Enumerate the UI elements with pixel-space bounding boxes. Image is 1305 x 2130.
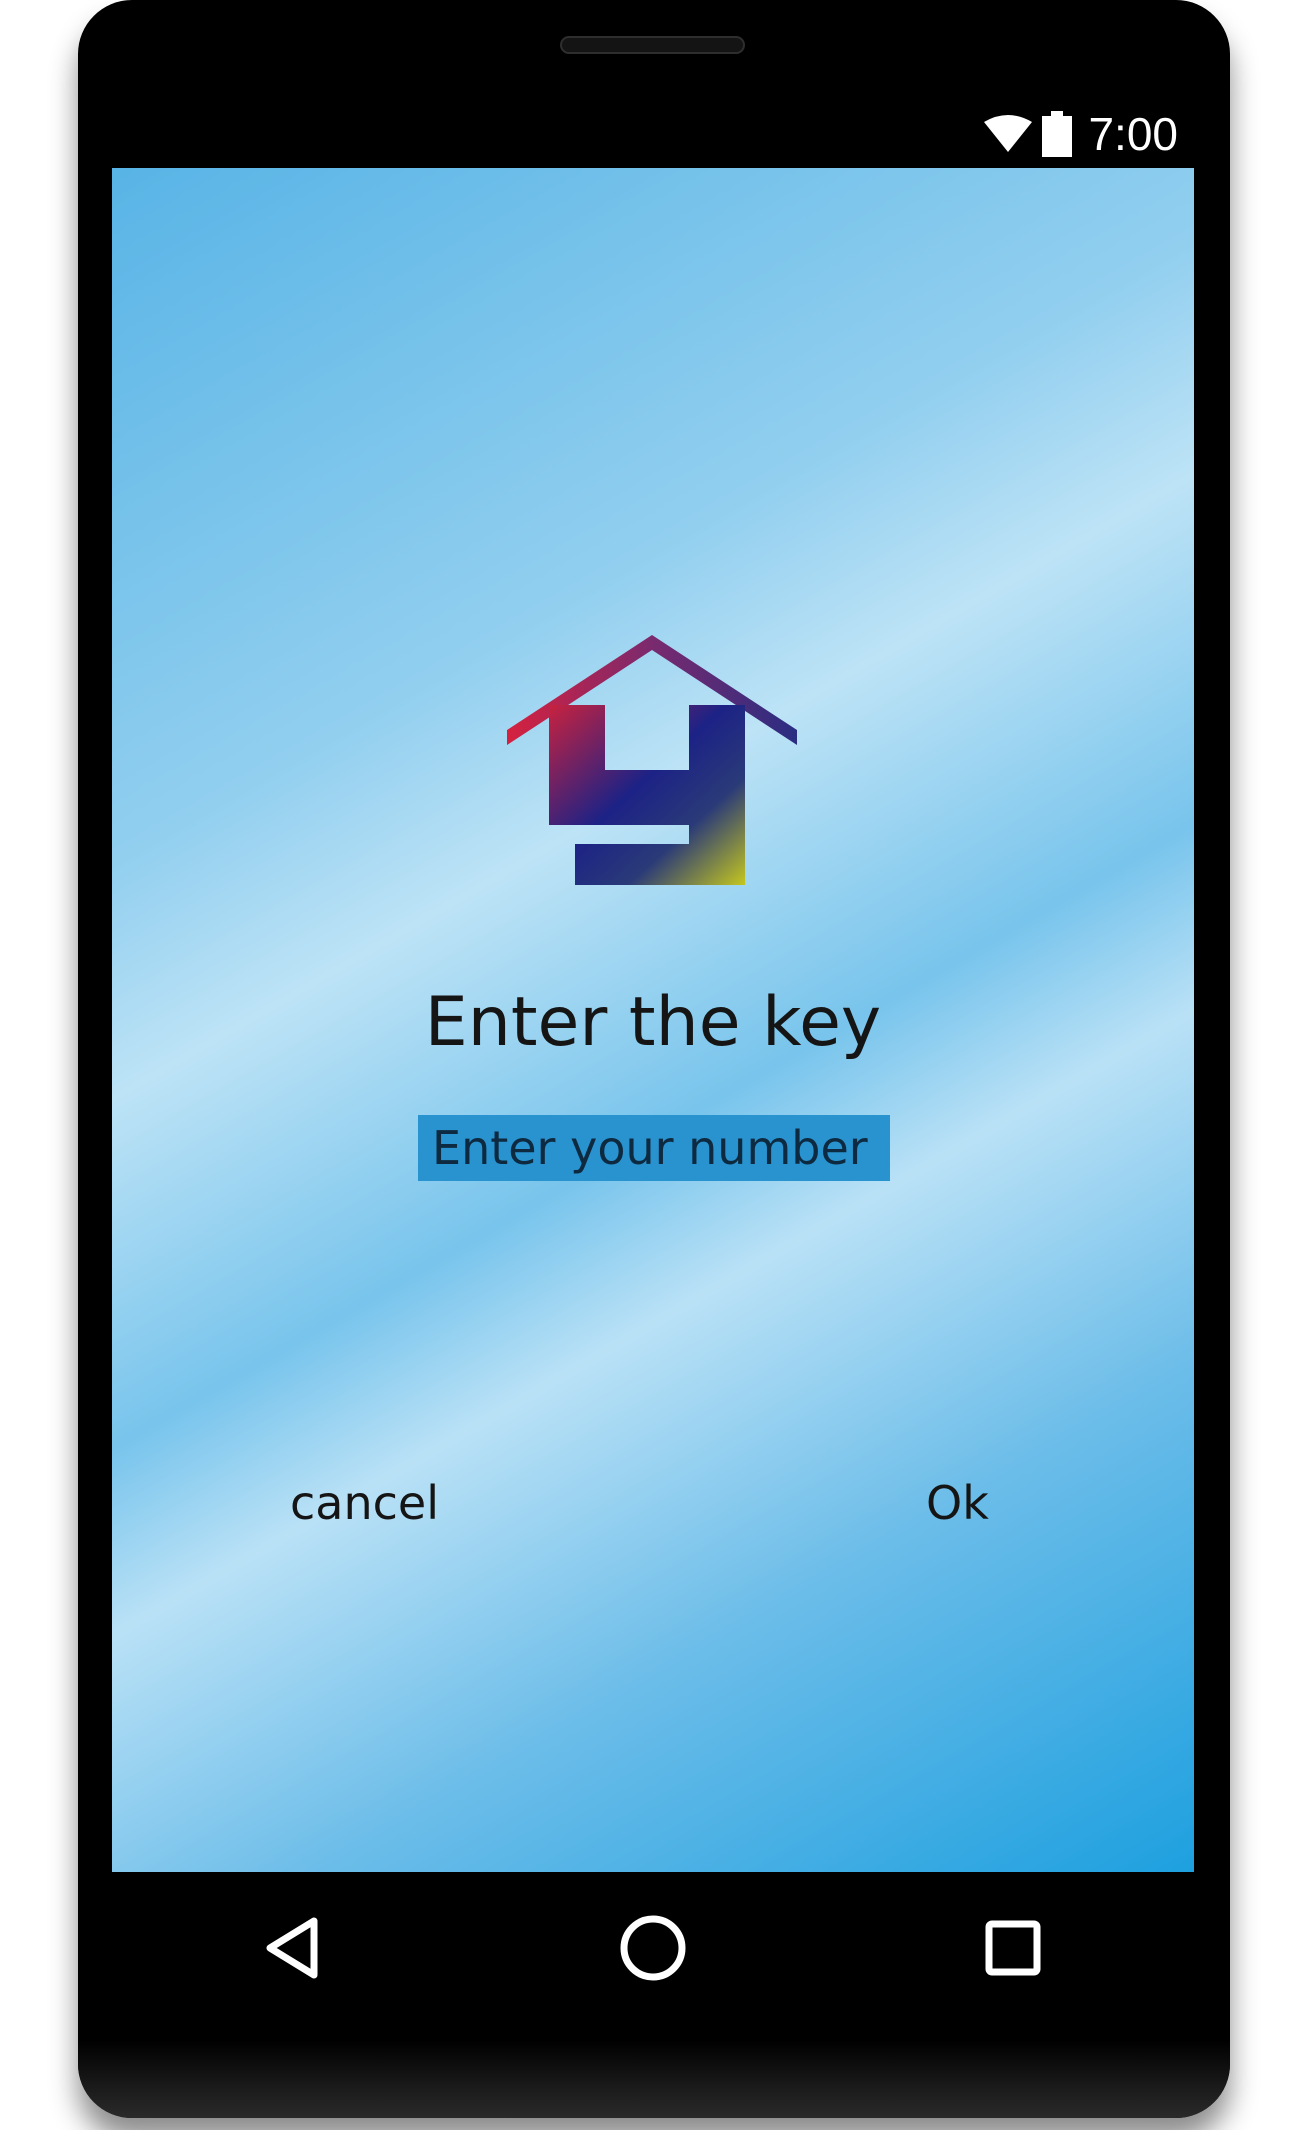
navigation-bar xyxy=(112,1872,1194,2022)
home-icon xyxy=(620,1915,686,1981)
app-screen: Enter the key cancel Ok xyxy=(112,168,1194,1872)
status-clock: 7:00 xyxy=(1088,108,1178,160)
battery-icon xyxy=(1042,111,1073,157)
recents-button[interactable] xyxy=(975,1910,1051,1986)
logo-y-letter xyxy=(549,705,745,885)
number-input-wrapper xyxy=(418,1115,890,1181)
recents-icon xyxy=(985,1920,1041,1976)
house-y-logo xyxy=(507,635,797,885)
phone-bottom-edge xyxy=(78,2040,1230,2118)
dialog-title: Enter the key xyxy=(424,983,882,1062)
home-button[interactable] xyxy=(615,1910,691,1986)
status-icons: 7:00 xyxy=(984,100,1178,168)
cancel-button[interactable]: cancel xyxy=(282,1468,447,1538)
wifi-icon xyxy=(984,115,1033,152)
back-icon xyxy=(266,1917,318,1979)
status-bar: 7:00 xyxy=(112,100,1194,168)
back-button[interactable] xyxy=(254,1910,330,1986)
earpiece-speaker xyxy=(560,36,745,54)
ok-button[interactable]: Ok xyxy=(918,1468,997,1538)
number-input[interactable] xyxy=(418,1115,890,1181)
